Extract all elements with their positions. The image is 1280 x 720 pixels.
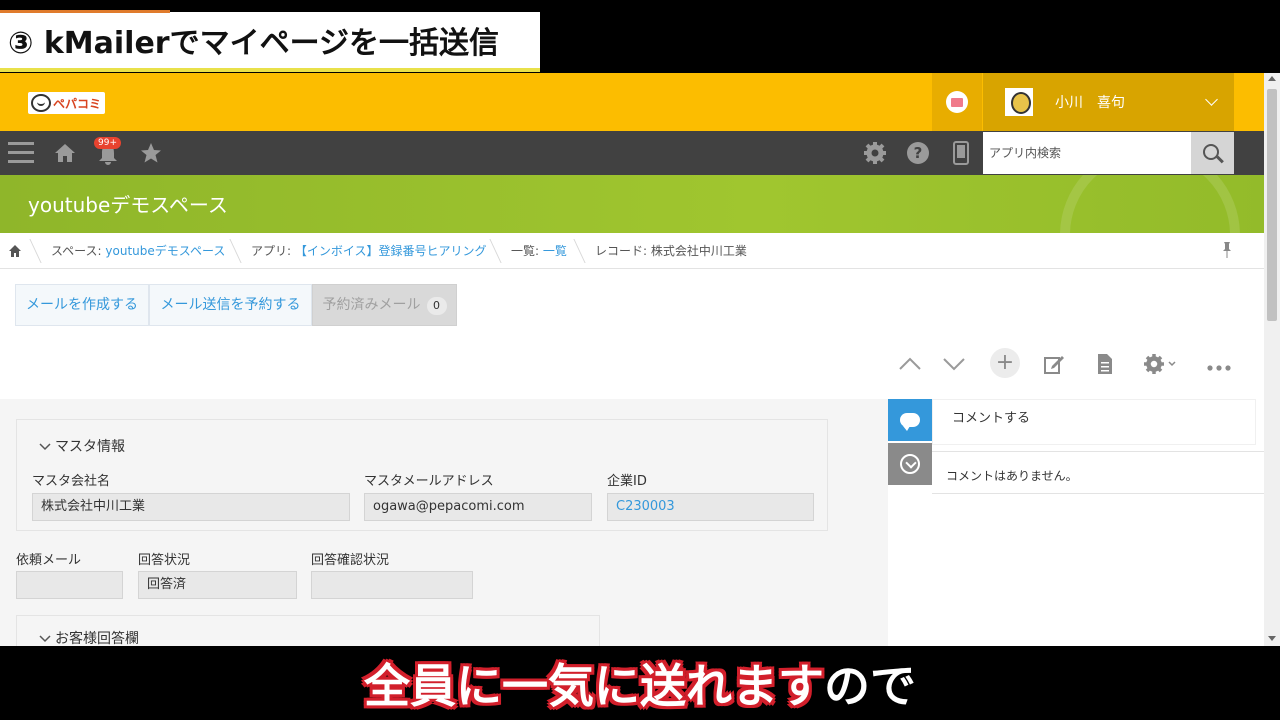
scheduled-count-badge: 0 [426,297,447,315]
add-record-icon[interactable]: + [990,348,1020,378]
master-email-field: ogawa@pepacomi.com [364,493,592,521]
star-icon[interactable] [136,131,166,180]
user-menu[interactable]: 小川 喜句 [983,73,1234,131]
page-scrollbar[interactable] [1264,73,1280,646]
pin-icon[interactable] [1222,242,1232,262]
customer-section-header[interactable]: お客様回答欄 [39,628,139,646]
company-id-field[interactable]: C230003 [607,493,814,521]
request-mail-field [16,571,123,599]
comment-sidebar: コメントする コメントはありません。 [888,399,1264,646]
divider [932,451,1264,452]
help-icon[interactable]: ? [903,131,933,180]
answer-check-field [311,571,473,599]
master-email-label: マスタメールアドレス [364,474,494,489]
kintone-app: ペパコミ 小川 喜句 99+ ? アプリ内検索 youtubeデモスペース スペ… [0,73,1280,646]
history-icon [900,454,920,474]
breadcrumb-app-prefix: アプリ: [251,244,295,258]
svg-text:?: ? [914,144,923,162]
more-options-icon[interactable] [1204,351,1234,377]
next-record-icon[interactable] [940,351,968,377]
scheduled-mail-button[interactable]: 予約済みメール 0 [312,284,457,326]
customer-answer-section: お客様回答欄 [16,615,600,646]
answer-status-label: 回答状況 [138,553,191,568]
company-id-label: 企業ID [607,474,647,489]
hamburger-menu-icon[interactable] [8,142,34,164]
subtitle-tail: ので [824,659,916,713]
breadcrumb: スペース: youtubeデモスペース アプリ: 【インボイス】登録番号ヒアリン… [0,233,1264,269]
mobile-icon[interactable] [946,131,976,181]
master-company-field: 株式会社中川工業 [32,493,350,521]
scroll-down-icon[interactable] [1268,636,1276,641]
breadcrumb-list-prefix: 一覧: [511,244,543,258]
create-mail-button[interactable]: メールを作成する [15,284,149,326]
mail-button[interactable] [932,73,982,131]
comment-bubble-icon [900,413,920,431]
search-icon [1203,143,1219,160]
video-subtitle: 全員に一気に送れますので [0,650,1280,716]
scheduled-mail-label: 予約済みメール [322,297,421,313]
notification-badge: 99+ [94,137,121,149]
no-comments-text: コメントはありません。 [946,469,1078,483]
history-tab[interactable] [888,443,932,485]
answer-check-label: 回答確認状況 [311,553,390,568]
gear-icon[interactable] [860,131,890,180]
record-form: マスタ情報 マスタ会社名 株式会社中川工業 マスタメールアドレス ogawa@p… [0,399,888,646]
request-mail-label: 依頼メール [16,553,82,568]
avatar [1005,88,1033,116]
master-section-header[interactable]: マスタ情報 [39,436,125,456]
mail-icon [946,91,968,113]
chapter-caption: ③ kMailerでマイページを一括送信 [0,10,540,72]
schedule-mail-button[interactable]: メール送信を予約する [149,284,312,326]
breadcrumb-app[interactable]: アプリ: 【インボイス】登録番号ヒアリング [251,233,487,269]
scroll-up-icon[interactable] [1268,76,1276,81]
chevron-down-icon [1205,93,1218,106]
chapter-title: ③ kMailerでマイページを一括送信 [8,26,500,61]
subtitle-main: 全員に一気に送れます [364,659,824,713]
breadcrumb-space[interactable]: スペース: youtubeデモスペース [51,233,225,269]
master-info-section: マスタ情報 マスタ会社名 株式会社中川工業 マスタメールアドレス ogawa@p… [16,419,828,531]
user-name: 小川 喜句 [1055,95,1125,111]
search-button[interactable] [1191,132,1234,174]
duplicate-icon[interactable] [1091,351,1119,377]
company-logo[interactable]: ペパコミ [28,92,105,114]
breadcrumb-space-link[interactable]: youtubeデモスペース [105,244,225,258]
global-toolbar: 99+ ? [0,131,1264,175]
edit-icon[interactable] [1040,351,1068,377]
master-section-title: マスタ情報 [55,439,125,455]
home-icon[interactable] [50,131,80,179]
space-banner: youtubeデモスペース [0,175,1264,233]
logo-text: ペパコミ [53,96,102,111]
master-company-label: マスタ会社名 [32,474,111,489]
customer-section-title: お客様回答欄 [55,631,139,646]
app-header: ペパコミ 小川 喜句 [0,73,1264,131]
divider [932,493,1264,494]
app-search-input[interactable] [983,132,1191,174]
logo-face-icon [31,94,51,112]
breadcrumb-list[interactable]: 一覧: 一覧 [511,233,567,269]
scroll-thumb[interactable] [1267,89,1277,321]
record-toolbar: メールを作成する メール送信を予約する 予約済みメール 0 + [0,269,1264,399]
breadcrumb-space-prefix: スペース: [51,244,106,258]
settings-menu-icon[interactable] [1140,351,1180,377]
answer-status-field: 回答済 [138,571,297,599]
space-title: youtubeデモスペース [28,193,228,217]
breadcrumb-app-link[interactable]: 【インボイス】登録番号ヒアリング [295,244,487,258]
comment-input-placeholder: コメントする [952,411,1031,426]
previous-record-icon[interactable] [896,351,924,377]
breadcrumb-record: レコード: 株式会社中川工業 [595,244,747,258]
comment-tab[interactable] [888,399,932,441]
